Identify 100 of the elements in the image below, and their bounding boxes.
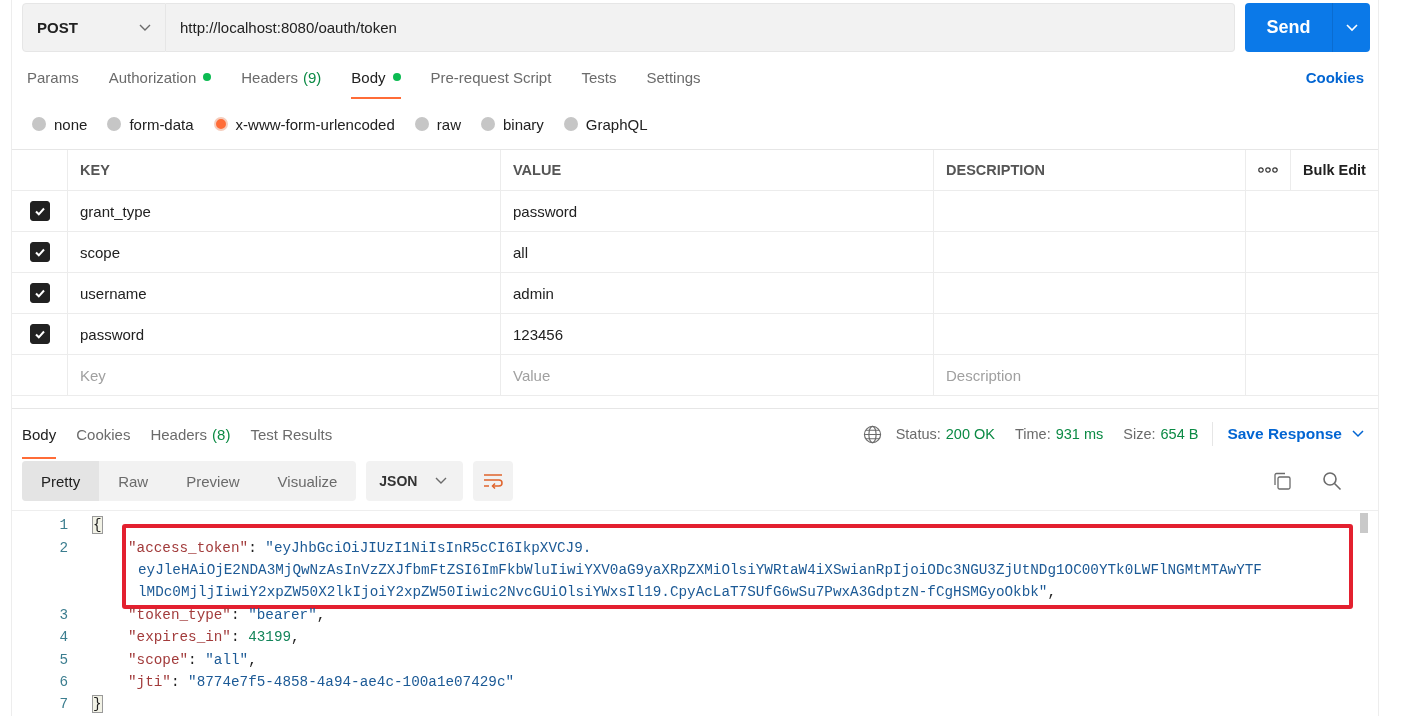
wrap-lines-button[interactable] [473,461,514,501]
json-punctuation: , [1047,584,1057,601]
table-cell: username [68,273,501,313]
status-dot [392,73,401,81]
json-punctuation: : [248,539,258,556]
line-number: 4 [58,629,68,646]
json-key: "scope" [128,651,189,668]
json-string: "bearer" [248,606,317,623]
table-cell: grant_type [68,191,501,231]
status-value: 931 ms [1055,426,1104,442]
format-dropdown[interactable]: JSON [366,461,464,501]
radio-icon[interactable] [107,117,122,131]
chevron-down-icon [435,477,448,485]
radio-icon[interactable] [563,117,578,131]
response-tab[interactable]: Test Results [250,409,333,459]
body-type-radio[interactable]: none [32,115,88,133]
json-string: "eyJhbGciOiJIUzI1NiIsInR5cCI6IkpXVCJ9. [265,539,592,556]
json-punctuation: , [316,606,326,623]
radio-label: binary [502,115,544,133]
body-type-radio[interactable]: GraphQL [563,115,648,133]
request-tab[interactable]: Pre-request Script [430,55,552,99]
radio-label: raw [436,115,461,133]
chevron-down-icon [1345,23,1358,32]
json-string: "all" [205,651,249,668]
view-mode-tab[interactable]: Raw [99,461,168,501]
radio-label: form-data [129,115,194,133]
status-label: Size: [1123,426,1156,442]
json-punctuation: : [188,651,198,668]
json-key: "jti" [128,673,171,690]
radio-icon[interactable] [213,117,228,131]
json-key: "access_token" [128,539,249,556]
url-field[interactable]: http://localhost:8080/oauth/token [166,3,1235,52]
cookies-link[interactable]: Cookies [1305,68,1364,86]
json-punctuation: , [291,629,300,646]
request-tab[interactable]: Settings [646,55,701,99]
view-mode-tab[interactable]: Preview [167,461,259,501]
json-string: lMDc0MjljIiwiY2xpZW50X2lkIjoiY2xpZW50Iiwic2NvcGUiOlsiYWxsIl19.CpyAcLaT7SUfG6wSu7PwxA3GdptzN-fCgHSMGyoOkbk" [138,584,1048,601]
column-header: KEY [68,150,501,190]
status-dot [203,73,212,81]
radio-icon[interactable] [32,117,46,131]
radio-icon[interactable] [480,117,495,131]
body-type-radio[interactable]: binary [480,115,544,133]
request-tab[interactable]: Authorization [108,55,212,99]
json-brace: } [93,696,102,713]
scrollbar[interactable] [1360,513,1368,533]
body-type-radio[interactable]: form-data [107,115,194,133]
checkbox[interactable] [29,201,50,221]
chevron-down-icon [139,23,151,32]
json-brace: { [93,517,102,534]
response-tab[interactable]: Body [22,409,57,459]
json-number: 43199 [248,629,292,646]
body-type-radio[interactable]: raw [414,115,461,133]
response-tab[interactable]: Cookies [76,409,131,459]
save-response-button[interactable]: Save Response [1227,425,1364,443]
checkbox[interactable] [29,242,50,262]
json-key: "expires_in" [128,629,231,646]
line-number: 7 [58,696,68,713]
column-header: DESCRIPTION [934,150,1246,190]
view-mode-tab[interactable]: Visualize [258,461,357,501]
table-cell: 123456 [501,314,934,354]
bulk-edit-button[interactable]: Bulk Edit [1303,162,1366,178]
radio-label: none [54,115,88,133]
checkbox[interactable] [29,324,50,344]
table-cell: password [68,314,501,354]
search-icon[interactable] [1322,471,1342,491]
checkbox[interactable] [29,283,50,303]
table-cell: scope [68,232,501,272]
radio-label: GraphQL [585,115,648,133]
line-number: 5 [58,651,68,668]
radio-icon[interactable] [414,117,429,131]
json-string: "8774e7f5-4858-4a94-ae4c-100a1e07429c" [188,673,515,690]
json-punctuation: : [170,673,181,690]
status-label: Status: [895,426,941,442]
json-key: "token_type" [128,606,231,623]
copy-icon[interactable] [1272,471,1292,491]
more-icon[interactable] [1258,167,1278,173]
table-cell: all [501,232,934,272]
json-punctuation: : [230,629,241,646]
status-value: 654 B [1160,426,1199,442]
view-mode-tab[interactable]: Pretty [22,461,100,501]
json-punctuation: , [248,651,257,668]
request-tab[interactable]: Body [351,55,401,99]
line-number: 2 [58,539,68,556]
status-value: 200 OK [945,426,995,442]
chevron-down-icon [1352,430,1364,438]
count-label: (9) [302,68,322,86]
json-punctuation: : [230,606,241,623]
count-label: (8) [212,425,231,443]
table-cell: admin [501,273,934,313]
request-tab[interactable]: Params [27,55,79,99]
response-tab[interactable]: Headers (8) [150,409,231,459]
request-tab[interactable]: Tests [581,55,617,99]
send-button[interactable]: Send [1245,3,1332,52]
request-tab[interactable]: Headers (9) [241,55,322,99]
column-header: VALUE [501,150,934,190]
line-number: 6 [58,673,68,690]
table-cell: password [501,191,934,231]
method-dropdown[interactable]: POST [22,3,166,52]
wrap-icon [483,473,504,489]
globe-icon[interactable] [862,424,882,444]
